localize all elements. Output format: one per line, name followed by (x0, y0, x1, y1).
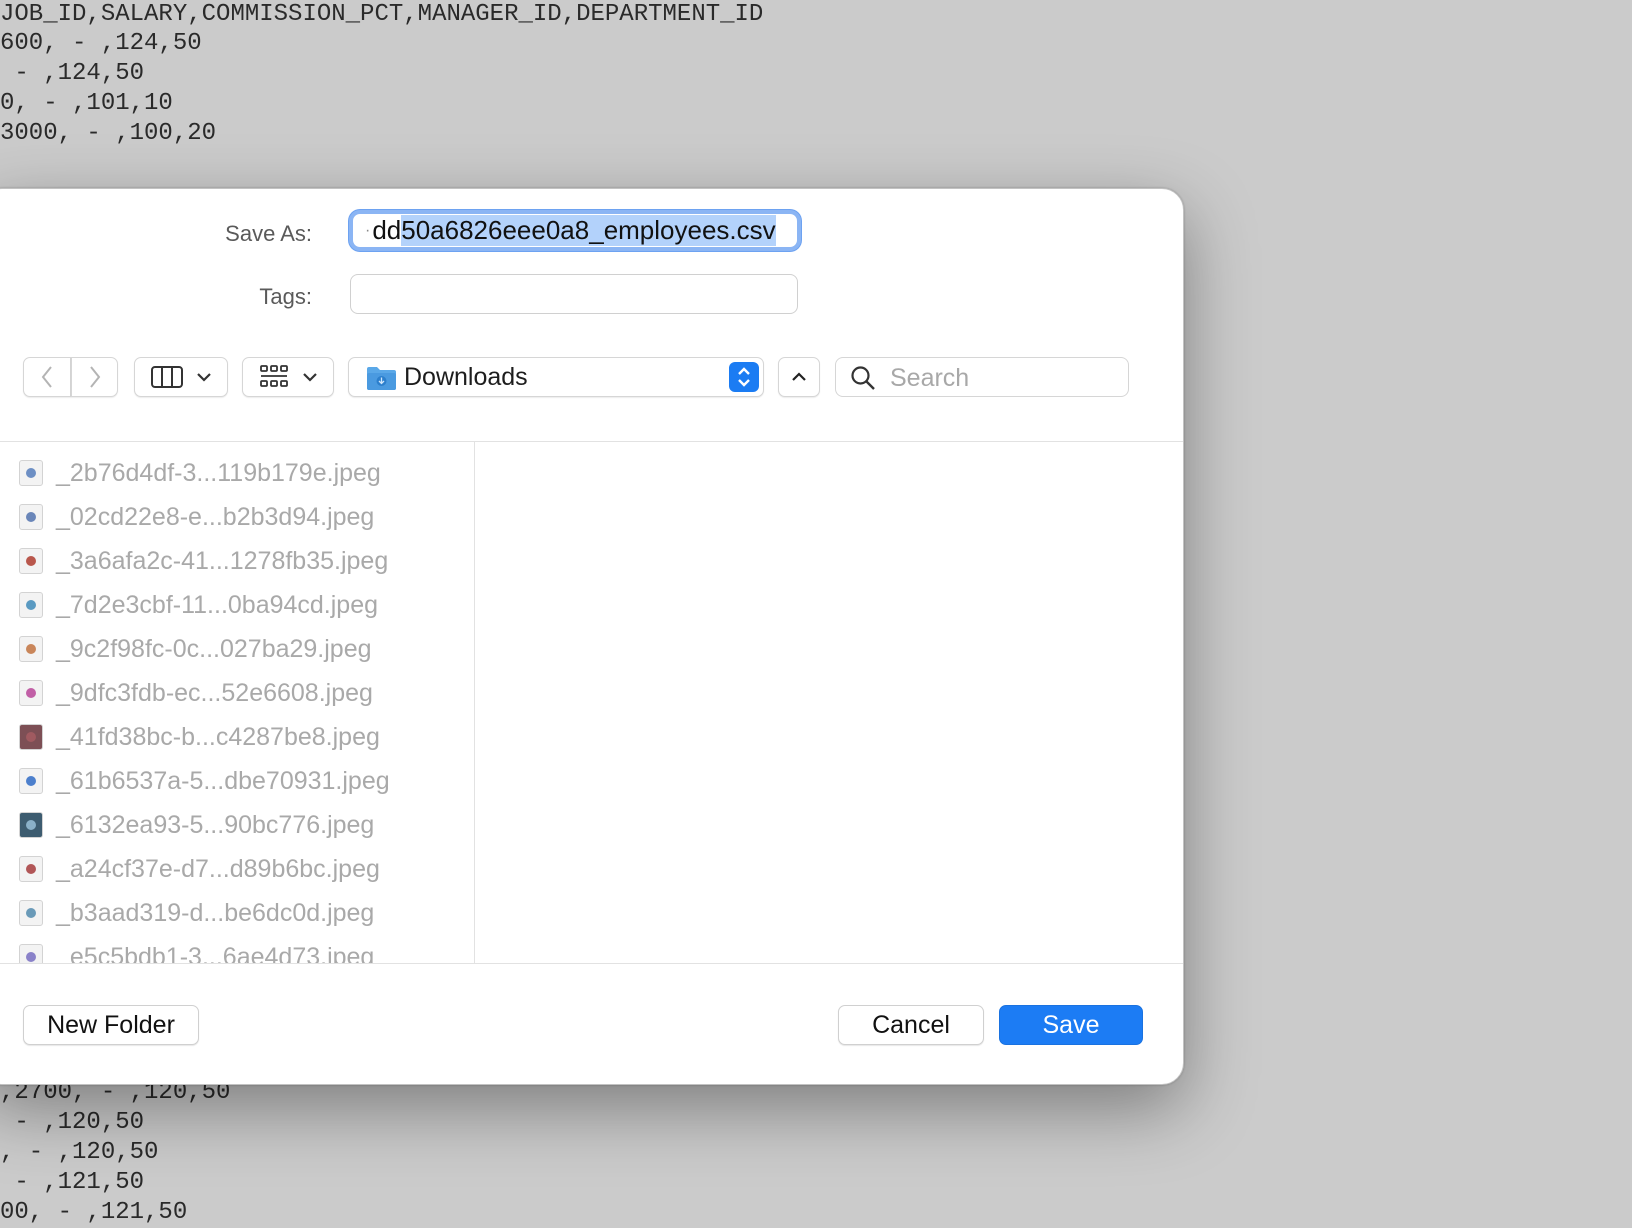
chevron-down-icon (197, 373, 211, 382)
image-thumbnail-icon (19, 768, 43, 794)
save-as-prefix: dd (372, 215, 402, 245)
file-name: _7d2e3cbf-11...0ba94cd.jpeg (56, 590, 379, 619)
image-thumbnail-icon (19, 812, 43, 838)
tags-label: Tags: (259, 284, 312, 309)
file-row[interactable]: _3a6afa2c-41...1278fb35.jpeg (1, 539, 461, 583)
background-line: - ,121,50 (0, 1169, 145, 1196)
image-thumbnail-icon (19, 548, 43, 574)
background-line: 600, - ,124,50 (0, 30, 202, 57)
background-line: - ,124,50 (0, 60, 145, 87)
file-name: _6132ea93-5...90bc776.jpeg (56, 810, 375, 839)
file-name: _b3aad319-d...be6dc0d.jpeg (56, 898, 375, 927)
forward-button[interactable] (71, 357, 118, 397)
background-line: 00, - ,121,50 (0, 1199, 188, 1226)
search-placeholder: Search (890, 364, 970, 392)
image-thumbnail-icon (19, 504, 43, 530)
column-view-icon (151, 366, 183, 388)
background-line: , - ,120,50 (0, 1139, 159, 1166)
file-name: _9dfc3fdb-ec...52e6608.jpeg (56, 678, 373, 707)
search-icon (851, 366, 875, 390)
new-folder-button[interactable]: New Folder (23, 1005, 199, 1045)
save-as-selected-text: 50a6826eee0a8_employees.csv (401, 215, 776, 246)
file-row[interactable]: _02cd22e8-e...b2b3d94.jpeg (1, 495, 461, 539)
popup-stepper-icon (729, 362, 759, 392)
file-row[interactable]: _7d2e3cbf-11...0ba94cd.jpeg (1, 583, 461, 627)
image-thumbnail-icon (19, 856, 43, 882)
background-line: JOB_ID,SALARY,COMMISSION_PCT,MANAGER_ID,… (0, 1, 764, 28)
file-row[interactable]: _a24cf37e-d7...d89b6bc.jpeg (1, 847, 461, 891)
save-as-label: Save As: (225, 221, 312, 246)
truncation-dot: · (365, 221, 371, 239)
image-thumbnail-icon (19, 724, 43, 750)
file-name: _02cd22e8-e...b2b3d94.jpeg (56, 502, 375, 531)
chevron-right-icon (89, 366, 100, 388)
file-row[interactable]: _61b6537a-5...dbe70931.jpeg (1, 759, 461, 803)
background-line: 0, - ,101,10 (0, 90, 173, 117)
image-thumbnail-icon (19, 680, 43, 706)
view-mode-button[interactable] (134, 357, 228, 397)
location-label: Downloads (404, 363, 528, 391)
file-name: _41fd38bc-b...c4287be8.jpeg (56, 722, 380, 751)
back-button[interactable] (23, 357, 71, 397)
chevron-up-icon (792, 372, 806, 381)
file-name: _9c2f98fc-0c...027ba29.jpeg (56, 634, 372, 663)
file-row[interactable]: _b3aad319-d...be6dc0d.jpeg (1, 891, 461, 935)
background-line: 3000, - ,100,20 (0, 120, 217, 147)
image-thumbnail-icon (19, 460, 43, 486)
location-popup[interactable]: Downloads (348, 357, 764, 397)
file-row[interactable]: _9c2f98fc-0c...027ba29.jpeg (1, 627, 461, 671)
file-name: _3a6afa2c-41...1278fb35.jpeg (56, 546, 389, 575)
image-thumbnail-icon (19, 636, 43, 662)
group-button[interactable] (242, 357, 334, 397)
image-thumbnail-icon (19, 944, 43, 963)
column-divider (474, 442, 475, 963)
file-name: _61b6537a-5...dbe70931.jpeg (56, 766, 390, 795)
file-name: _e5c5bdb1-3...6ae4d73.jpeg (56, 942, 375, 964)
file-row[interactable]: _6132ea93-5...90bc776.jpeg (1, 803, 461, 847)
save-as-field[interactable]: · dd 50a6826eee0a8_employees.csv (349, 210, 801, 251)
file-name: _a24cf37e-d7...d89b6bc.jpeg (56, 854, 380, 883)
tags-field[interactable] (350, 274, 798, 314)
image-thumbnail-icon (19, 900, 43, 926)
expand-collapse-button[interactable] (778, 357, 820, 397)
save-dialog: Save As: · dd 50a6826eee0a8_employees.csv … (0, 188, 1184, 1085)
file-row[interactable]: _e5c5bdb1-3...6ae4d73.jpeg (1, 935, 461, 963)
file-row[interactable]: _9dfc3fdb-ec...52e6608.jpeg (1, 671, 461, 715)
footer-divider (0, 963, 1183, 964)
save-button[interactable]: Save (999, 1005, 1143, 1045)
chevron-left-icon (41, 366, 52, 388)
file-name: _2b76d4df-3...119b179e.jpeg (56, 458, 381, 487)
background-line: - ,120,50 (0, 1109, 145, 1136)
grid-group-icon (260, 365, 288, 387)
downloads-folder-icon (367, 367, 396, 390)
cancel-button[interactable]: Cancel (838, 1005, 984, 1045)
search-field[interactable]: Search (835, 357, 1129, 397)
file-row[interactable]: _2b76d4df-3...119b179e.jpeg (1, 451, 461, 495)
file-list: _2b76d4df-3...119b179e.jpeg _02cd22e8-e.… (1, 442, 473, 963)
file-row[interactable]: _41fd38bc-b...c4287be8.jpeg (1, 715, 461, 759)
image-thumbnail-icon (19, 592, 43, 618)
chevron-down-icon (303, 373, 317, 382)
